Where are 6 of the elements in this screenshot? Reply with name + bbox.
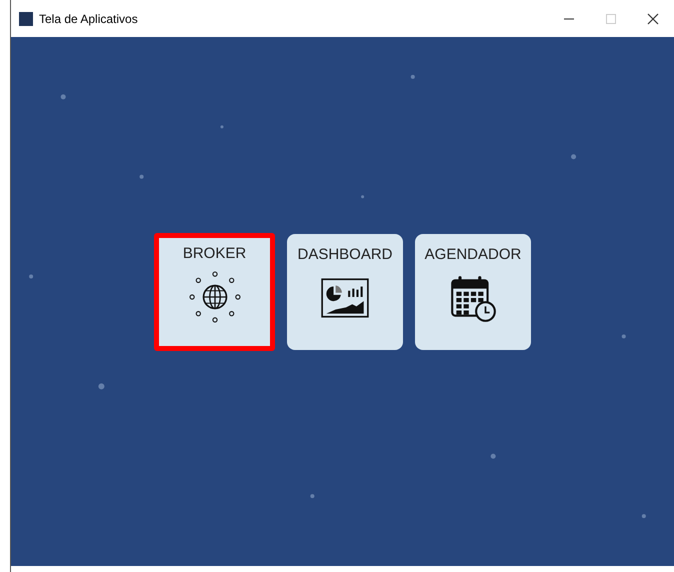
window-title: Tela de Aplicativos bbox=[39, 10, 138, 28]
globe-network-icon bbox=[188, 270, 240, 322]
app-tile[interactable]: BROKER bbox=[154, 232, 275, 350]
app-tile[interactable]: AGENDADOR bbox=[415, 234, 531, 350]
app-tile[interactable]: DASHBOARD bbox=[287, 234, 403, 350]
app-icon bbox=[19, 12, 33, 26]
